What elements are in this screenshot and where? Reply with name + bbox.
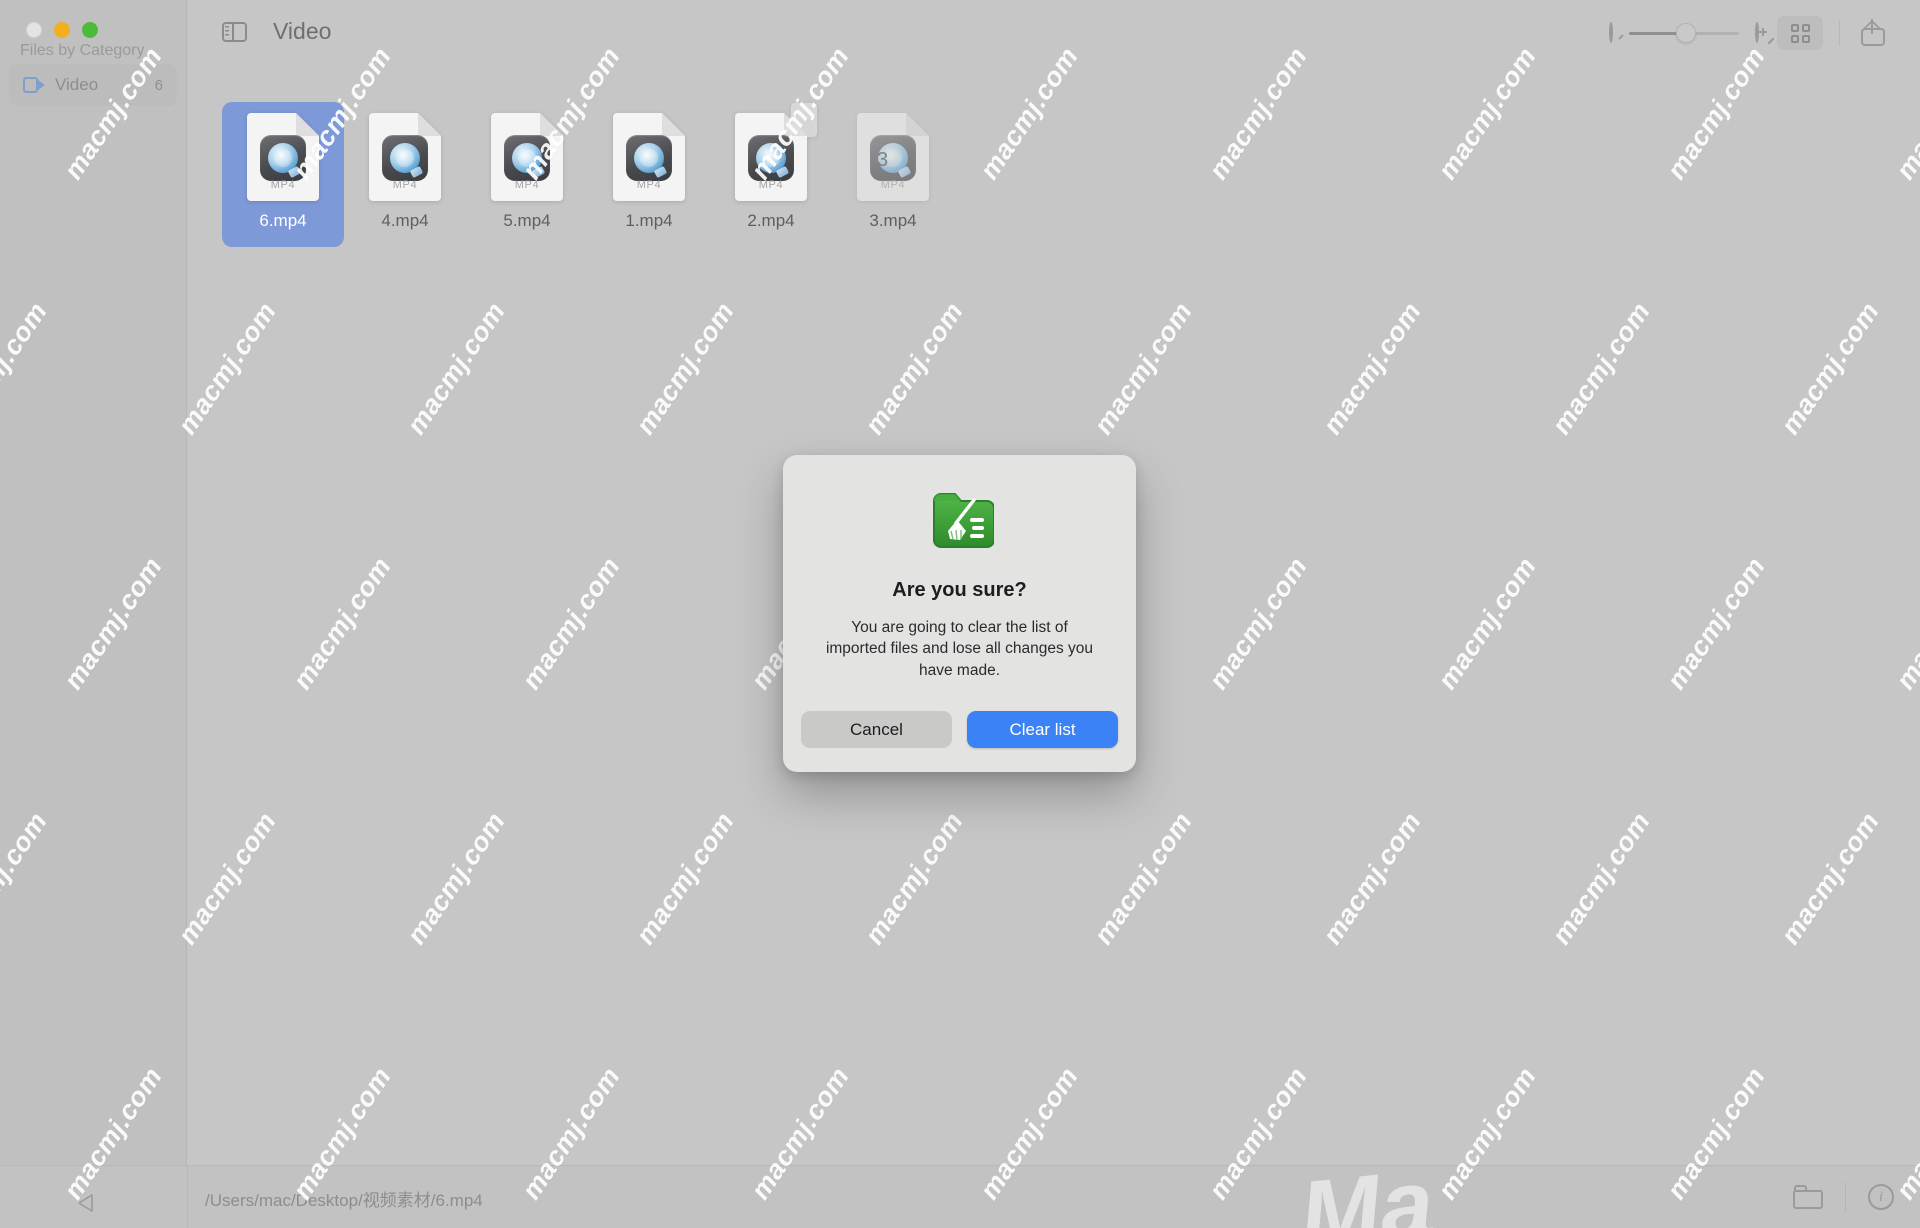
clear-list-button[interactable]: Clear list — [967, 711, 1118, 748]
app-window: Files by Category Video 6 Video MP4 6.mp… — [0, 0, 1920, 1228]
dialog-body-text: You are going to clear the list of impor… — [825, 619, 1094, 679]
cancel-button[interactable]: Cancel — [801, 711, 952, 748]
dialog-actions: Cancel Clear list — [801, 711, 1118, 748]
dialog-title: Are you sure? — [892, 579, 1027, 601]
clear-list-broom-icon — [926, 487, 995, 555]
confirm-dialog: Are you sure? You are going to clear the… — [783, 455, 1136, 772]
